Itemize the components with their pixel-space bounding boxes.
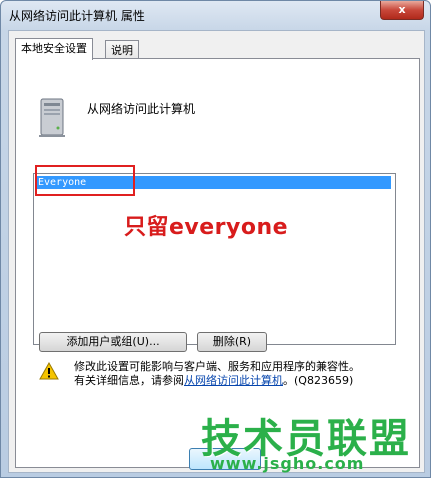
title-bar[interactable]: 从网络访问此计算机 属性 x: [1, 1, 430, 29]
kb-reference: 。(Q823659): [283, 374, 354, 387]
warning-icon: [39, 362, 59, 380]
window-title: 从网络访问此计算机 属性: [9, 9, 145, 23]
tab-explain[interactable]: 说明: [105, 40, 139, 60]
remove-button[interactable]: 删除(R): [197, 332, 267, 352]
warning-prefix: 有关详细信息，请参阅: [74, 374, 184, 387]
properties-window: 从网络访问此计算机 属性 x 本地安全设置 说明 从网络访问此计算机 Every…: [0, 0, 431, 478]
computer-icon: [39, 98, 65, 137]
tab-local-security-setting[interactable]: 本地安全设置: [15, 38, 93, 60]
watermark-url: www.jsgho.com: [210, 454, 365, 473]
warning-line-2: 有关详细信息，请参阅从网络访问此计算机。(Q823659): [74, 374, 360, 388]
close-button[interactable]: x: [380, 1, 424, 20]
highlight-box: [35, 165, 135, 196]
user-group-list[interactable]: Everyone: [33, 173, 396, 345]
annotation-text: 只留everyone: [124, 215, 289, 240]
policy-name: 从网络访问此计算机: [87, 102, 196, 116]
help-link[interactable]: 从网络访问此计算机: [184, 374, 283, 387]
close-icon: x: [398, 3, 406, 16]
add-user-or-group-button[interactable]: 添加用户或组(U)...: [39, 332, 187, 352]
warning-text: 修改此设置可能影响与客户端、服务和应用程序的兼容性。 有关详细信息，请参阅从网络…: [74, 360, 360, 388]
warning-line-1: 修改此设置可能影响与客户端、服务和应用程序的兼容性。: [74, 360, 360, 373]
